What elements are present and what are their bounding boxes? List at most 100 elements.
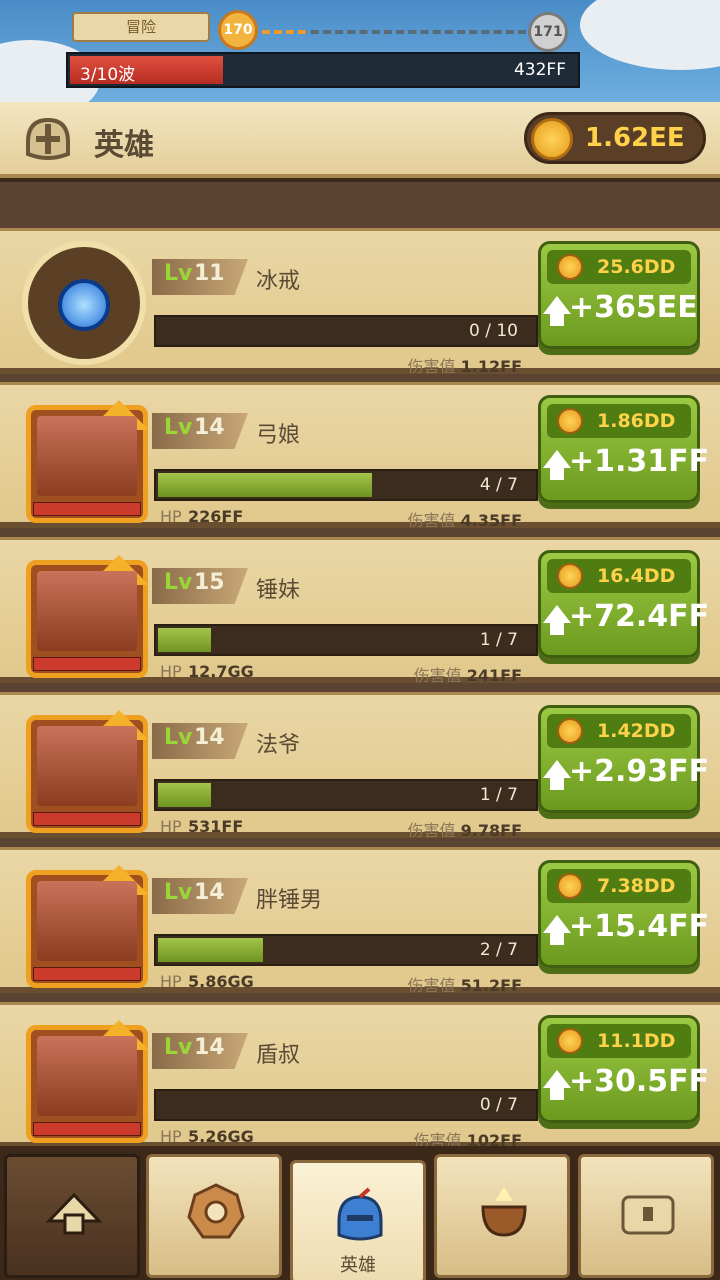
mode-tag[interactable]: 冒险 (72, 12, 210, 42)
hp-value: 531FF (188, 817, 244, 836)
hero-name: 锤妹 (256, 578, 301, 603)
damage-stat: 伤害值 9.78FF (408, 817, 522, 841)
hp-value: 12.7GG (188, 662, 254, 681)
heroes-header: 英雄 1.62EE (0, 102, 720, 178)
upgrade-gain-value: +30.5FF (569, 1064, 710, 1099)
upgrade-progress-bar: 0 / 10 (154, 315, 538, 347)
upgrade-button[interactable]: 1.42DD +2.93FF (538, 705, 709, 813)
hero-card[interactable]: Lv 14 胖锤男 2 / 7 HP 5.86GG 伤害值 51.2FF 7.3… (0, 847, 720, 996)
hero-name: 法爷 (256, 733, 301, 758)
upgrade-button[interactable]: 11.1DD +30.5FF (538, 1015, 709, 1123)
upgrade-cost: 1.86DD (547, 404, 691, 438)
damage-stat: 伤害值 1.12FF (408, 353, 522, 377)
wave-label: 3/10波 (80, 65, 136, 85)
item-portrait[interactable] (22, 241, 146, 365)
tab-treasure[interactable] (578, 1154, 714, 1278)
item-card[interactable]: Lv 11 冰戒 0 / 10 伤害值 1.12FF 25.6DD +365EE (0, 228, 720, 377)
level-number: 14 (194, 725, 225, 750)
upgrade-cost-value: 7.38DD (597, 875, 676, 897)
hero-face-icon (37, 416, 137, 496)
upgrade-gain-value: +15.4FF (569, 909, 710, 944)
boss-hp: 432FF (513, 60, 566, 80)
damage-value: 241FF (466, 666, 522, 685)
hero-card[interactable]: Lv 14 盾叔 0 / 7 HP 5.26GG 伤害值 102FF 11.1D… (0, 1002, 720, 1146)
upgrade-button[interactable]: 16.4DD +72.4FF (538, 550, 709, 658)
hero-list[interactable]: Lv 11 冰戒 0 / 10 伤害值 1.12FF 25.6DD +365EE… (0, 182, 720, 1146)
upgrade-button[interactable]: 7.38DD +15.4FF (538, 860, 709, 968)
hero-hp-bar (33, 502, 141, 516)
damage-stat: 伤害值 241FF (414, 662, 522, 686)
hero-card[interactable]: Lv 14 法爷 1 / 7 HP 531FF 伤害值 9.78FF 1.42D… (0, 692, 720, 841)
level-label: Lv (164, 1035, 193, 1060)
damage-label: 伤害值 (407, 821, 456, 840)
page-title: 英雄 (94, 128, 154, 163)
level-label: Lv (164, 415, 193, 440)
hero-portrait[interactable] (26, 865, 149, 988)
hp-value: 5.26GG (188, 1127, 254, 1146)
helmet-icon (337, 1187, 383, 1241)
ice-ring-icon (58, 279, 110, 331)
gold-amount: 1.62EE (585, 123, 685, 153)
hero-portrait[interactable] (26, 1020, 149, 1143)
upgrade-gain-value: +72.4FF (569, 599, 710, 634)
bottom-nav: 英雄 (0, 1146, 720, 1280)
upgrade-progress-text: 1 / 7 (479, 785, 518, 805)
arrow-up-stem (550, 776, 564, 790)
gold-coin-icon (557, 563, 583, 589)
gold-coin-icon (531, 118, 573, 160)
level-label: Lv (164, 570, 193, 595)
damage-value: 51.2FF (460, 976, 522, 995)
upgrade-progress-bar: 2 / 7 (154, 934, 538, 966)
tab-camp[interactable] (4, 1154, 140, 1278)
hero-card[interactable]: Lv 15 锤妹 1 / 7 HP 12.7GG 伤害值 241FF 16.4D… (0, 537, 720, 686)
upgrade-progress-text: 1 / 7 (479, 630, 518, 650)
level-label: Lv (164, 725, 193, 750)
helmet-icon (26, 117, 70, 160)
hp-value: 226FF (188, 507, 244, 526)
hero-portrait[interactable] (26, 555, 149, 678)
damage-label: 伤害值 (413, 1131, 462, 1146)
damage-value: 102FF (466, 1131, 522, 1146)
damage-label: 伤害值 (413, 666, 462, 685)
gear-icon (187, 1183, 245, 1239)
hero-face-icon (37, 1036, 137, 1116)
upgrade-gain-value: +1.31FF (569, 444, 710, 479)
level-label: Lv (164, 880, 193, 905)
upgrade-button[interactable]: 1.86DD +1.31FF (538, 395, 709, 503)
next-stage-node[interactable]: 171 (528, 12, 568, 52)
upgrade-progress-fill (158, 783, 211, 807)
upgrade-progress-fill (158, 628, 211, 652)
hero-card[interactable]: Lv 14 弓娘 4 / 7 HP 226FF 伤害值 4.35FF 1.86D… (0, 382, 720, 530)
damage-label: 伤害值 (407, 357, 456, 376)
gold-coin-icon (557, 873, 583, 899)
upgrade-progress-bar: 4 / 7 (154, 469, 538, 501)
upgrade-progress-fill (158, 473, 372, 497)
gold-coin-icon (557, 1028, 583, 1054)
hp-label: HP (160, 972, 182, 991)
hero-portrait[interactable] (26, 710, 149, 833)
upgrade-progress-bar: 1 / 7 (154, 779, 538, 811)
gold-balance: 1.62EE (524, 112, 706, 164)
tab-equipment[interactable] (146, 1154, 282, 1278)
hero-face-icon (37, 726, 137, 806)
level-number: 11 (194, 261, 225, 286)
damage-value: 9.78FF (460, 821, 522, 840)
upgrade-button[interactable]: 25.6DD +365EE (538, 241, 700, 349)
upgrade-cost: 25.6DD (547, 250, 691, 284)
upgrade-cost: 11.1DD (547, 1024, 691, 1058)
upgrade-progress-bar: 1 / 7 (154, 624, 538, 656)
level-label: Lv (164, 261, 193, 286)
damage-value: 4.35FF (460, 511, 522, 530)
damage-stat: 伤害值 51.2FF (408, 972, 522, 996)
upgrade-progress-text: 0 / 7 (479, 1095, 518, 1115)
level-number: 14 (194, 415, 225, 440)
tab-alchemy[interactable] (434, 1154, 570, 1278)
camp-icon (45, 1192, 103, 1235)
upgrade-progress-fill (158, 938, 263, 962)
current-stage-node[interactable]: 170 (218, 10, 258, 50)
tab-heroes[interactable]: 英雄 (290, 1160, 426, 1280)
arrow-up-stem (550, 466, 564, 480)
hero-portrait[interactable] (26, 400, 149, 523)
arrow-up-stem (550, 1086, 564, 1100)
hp-label: HP (160, 817, 182, 836)
